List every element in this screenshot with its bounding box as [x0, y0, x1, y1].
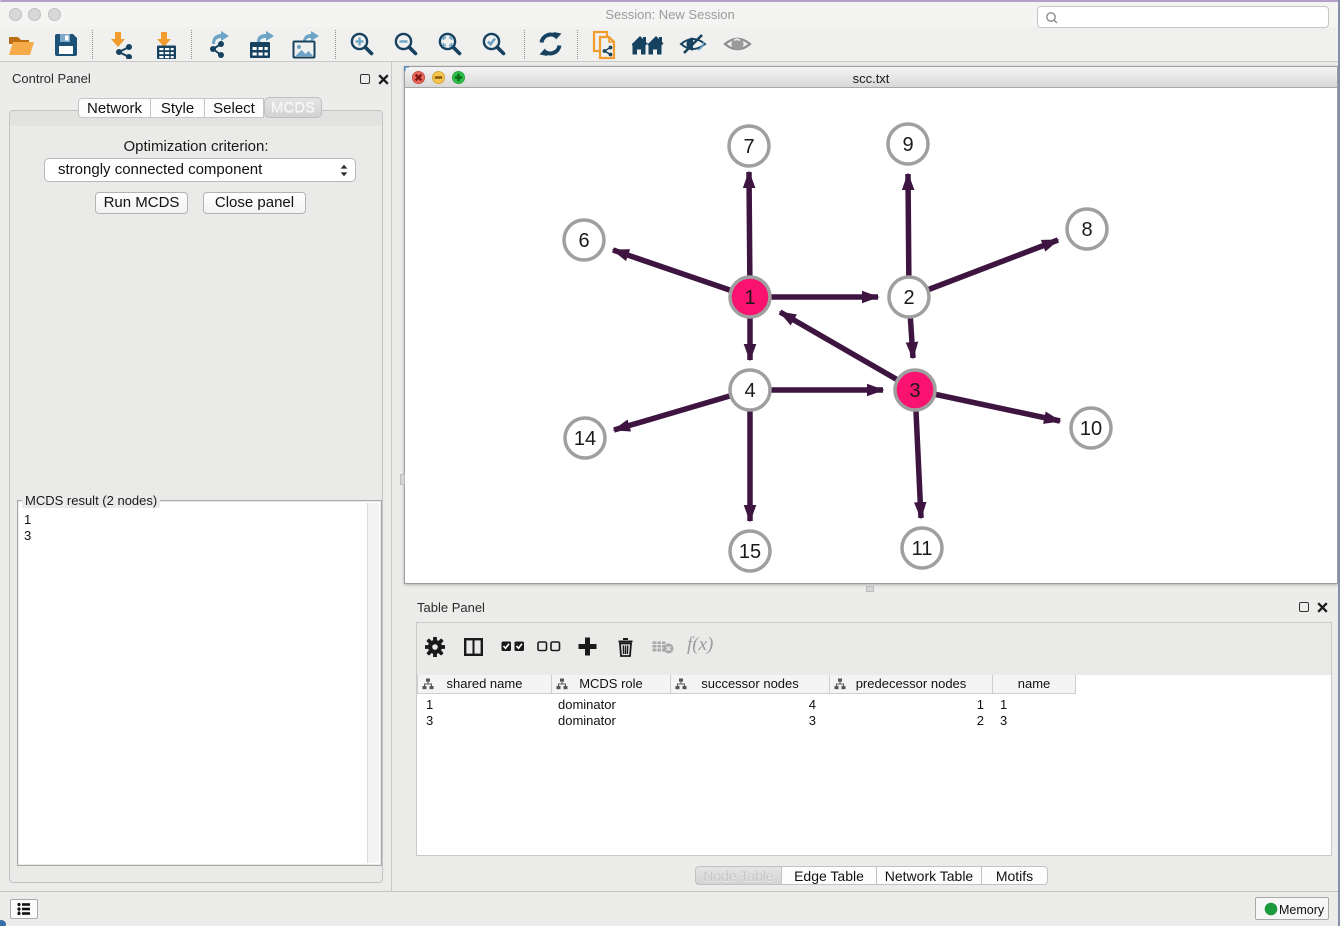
svg-text:4: 4: [744, 380, 755, 402]
svg-text:8: 8: [1081, 219, 1092, 241]
svg-text:11: 11: [912, 538, 933, 560]
svg-text:10: 10: [1080, 418, 1102, 440]
svg-text:7: 7: [743, 136, 754, 158]
svg-text:6: 6: [578, 230, 589, 252]
svg-text:2: 2: [903, 287, 914, 309]
svg-text:14: 14: [574, 428, 596, 450]
svg-text:1: 1: [744, 287, 755, 309]
svg-text:3: 3: [909, 380, 920, 402]
svg-text:15: 15: [739, 541, 761, 563]
svg-text:9: 9: [902, 134, 913, 156]
